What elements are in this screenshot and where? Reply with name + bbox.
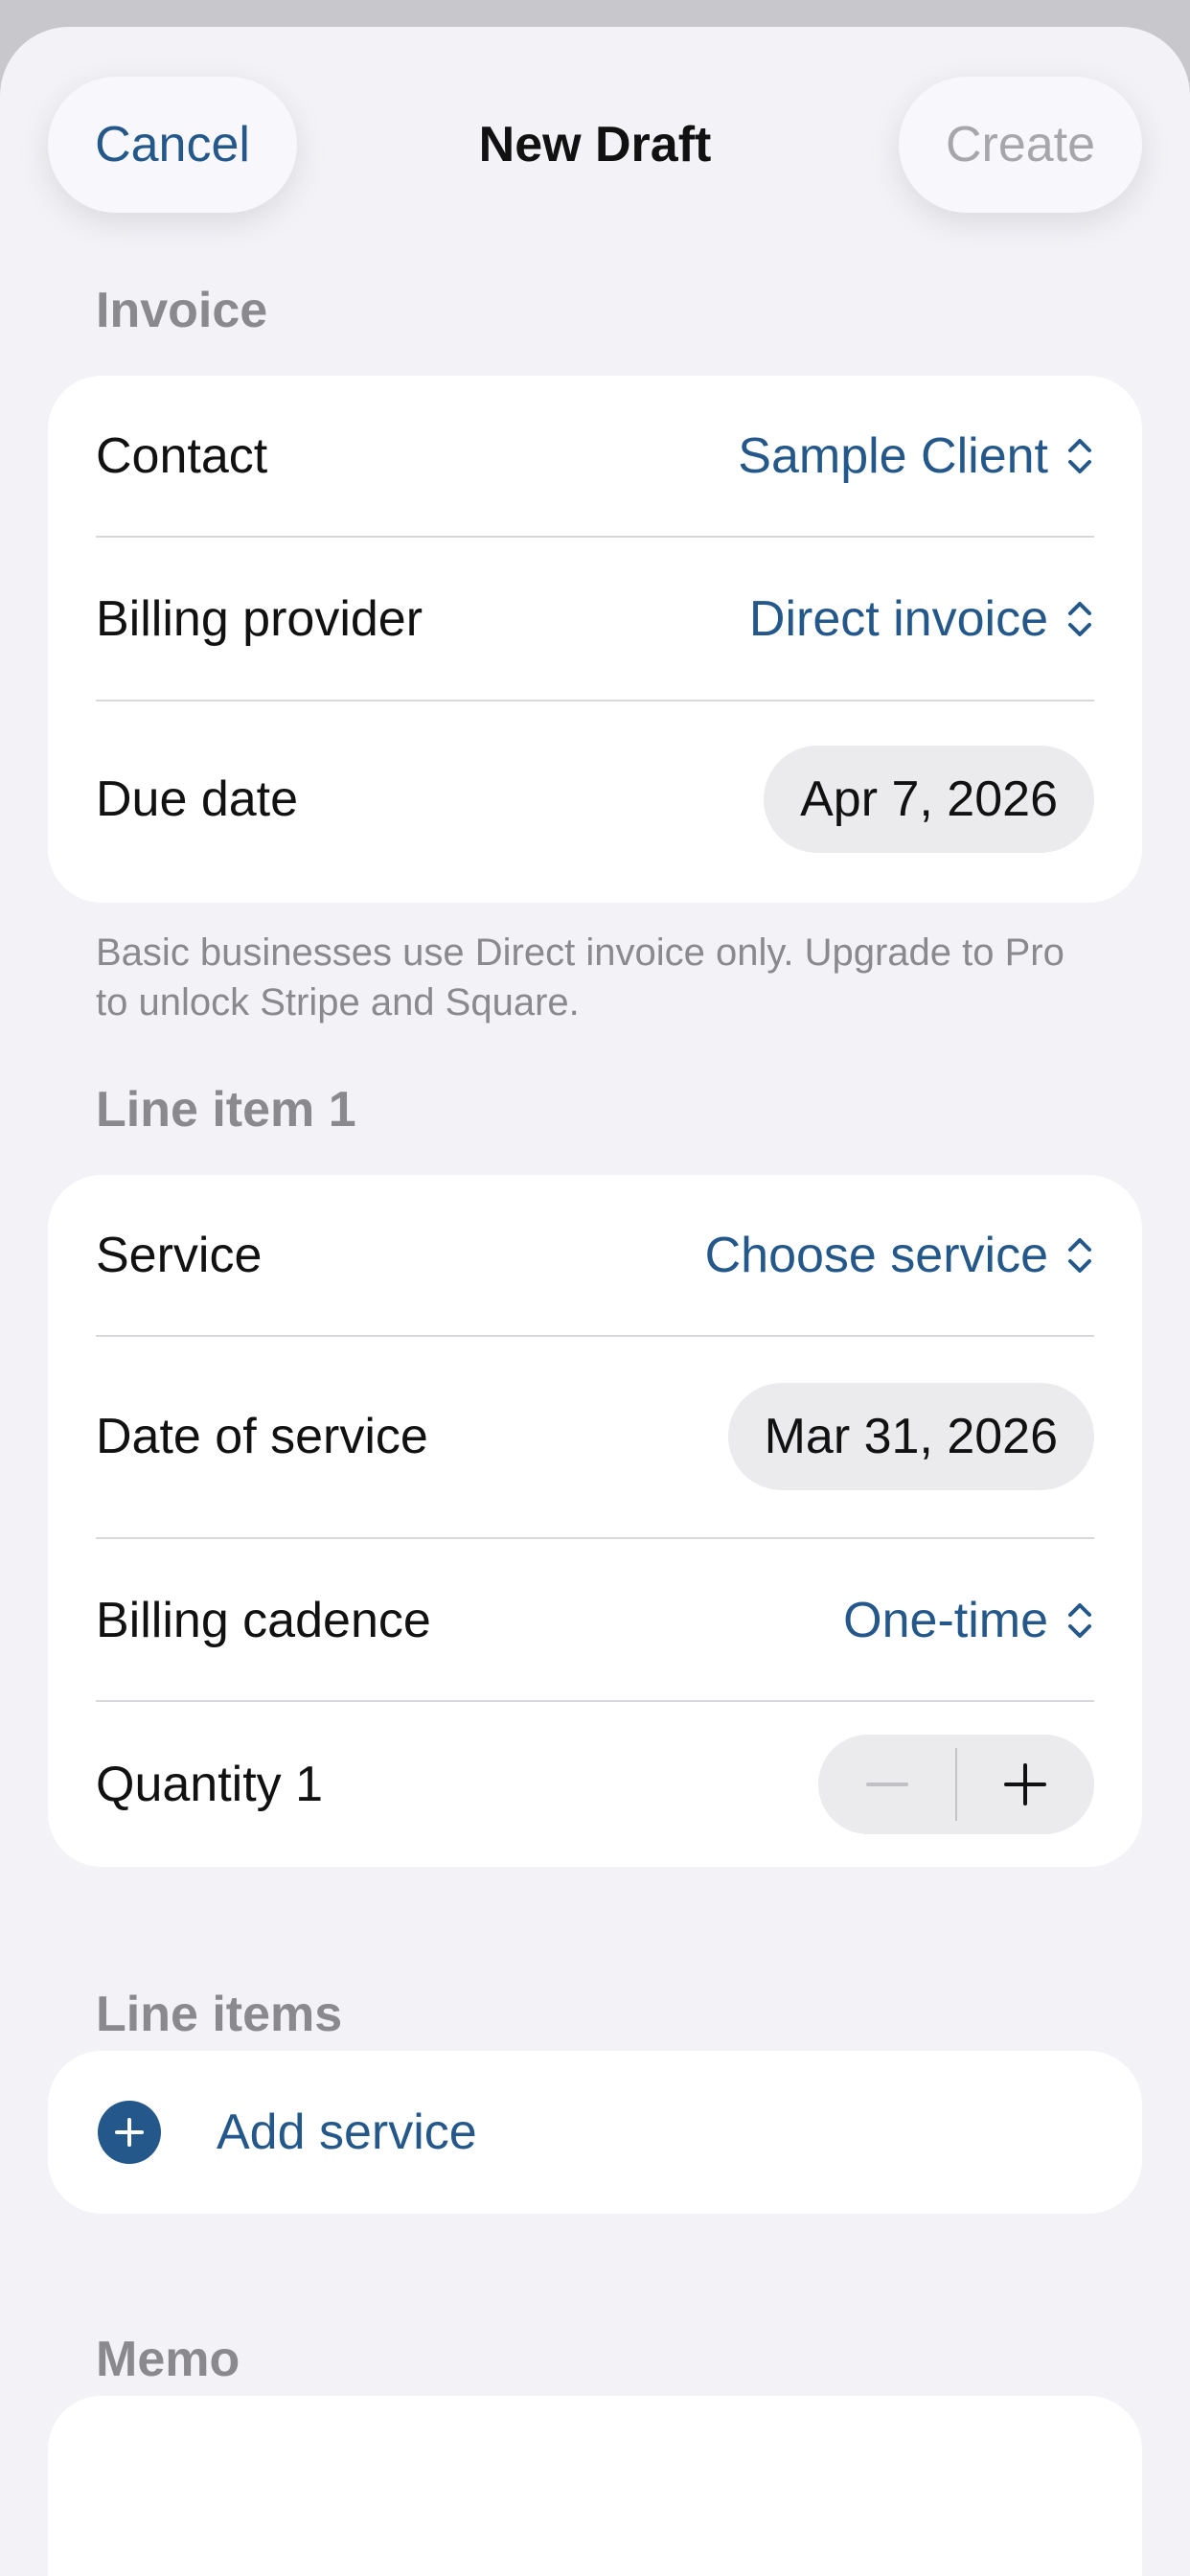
contact-label: Contact [96,428,268,484]
billing-provider-row[interactable]: Billing provider Direct invoice [96,537,1094,702]
billing-footnote: Basic businesses use Direct invoice only… [96,932,1064,1024]
new-draft-sheet: Cancel New Draft Create Invoice Contact … [0,27,1190,2576]
plus-icon [1004,1763,1046,1806]
billing-cadence-label: Billing cadence [96,1593,431,1648]
contact-row[interactable]: Contact Sample Client [96,376,1094,537]
service-row[interactable]: Service Choose service [96,1175,1094,1336]
minus-icon [866,1782,908,1786]
stepper-divider [955,1748,957,1821]
date-of-service-row: Date of service Mar 31, 2026 [96,1336,1094,1537]
section-header-memo: Memo [96,2332,240,2387]
billing-provider-label: Billing provider [96,591,423,647]
contact-picker[interactable]: Sample Client [738,427,1094,485]
section-header-line-items: Line items [96,1987,343,2042]
billing-cadence-picker[interactable]: One-time [843,1592,1094,1649]
contact-value: Sample Client [738,428,1048,484]
due-date-picker[interactable]: Apr 7, 2026 [764,746,1094,853]
quantity-label: Quantity 1 [96,1757,324,1812]
service-value: Choose service [704,1228,1048,1283]
decrement-button[interactable] [818,1735,956,1834]
memo-field[interactable] [48,2396,1142,2576]
billing-cadence-row[interactable]: Billing cadence One-time [96,1539,1094,1702]
chevron-up-down-icon [1068,602,1091,636]
date-of-service-picker[interactable]: Mar 31, 2026 [727,1383,1094,1490]
due-date-row: Due date Apr 7, 2026 [96,702,1094,897]
add-service-card: Add service [48,2051,1142,2214]
quantity-row: Quantity 1 [96,1702,1094,1867]
quantity-stepper[interactable] [818,1735,1094,1834]
line-item-card: Service Choose service Date of service M… [48,1175,1142,1867]
add-service-button[interactable]: Add service [98,2051,1094,2214]
due-date-label: Due date [96,771,299,827]
create-button[interactable]: Create [899,77,1142,213]
chevron-up-down-icon [1068,1238,1091,1273]
add-service-label: Add service [217,2104,477,2160]
chevron-up-down-icon [1068,439,1091,473]
service-picker[interactable]: Choose service [705,1227,1094,1284]
billing-provider-picker[interactable]: Direct invoice [749,590,1094,648]
billing-cadence-value: One-time [843,1593,1048,1648]
service-label: Service [96,1228,263,1283]
increment-button[interactable] [956,1735,1094,1834]
billing-provider-value: Direct invoice [748,591,1048,647]
date-of-service-label: Date of service [96,1409,428,1464]
chevron-up-down-icon [1068,1603,1091,1638]
section-header-line-item-1: Line item 1 [96,1082,356,1138]
plus-circle-icon [98,2101,161,2164]
invoice-card: Contact Sample Client Billing provider D… [48,376,1142,903]
section-header-invoice: Invoice [96,283,268,338]
